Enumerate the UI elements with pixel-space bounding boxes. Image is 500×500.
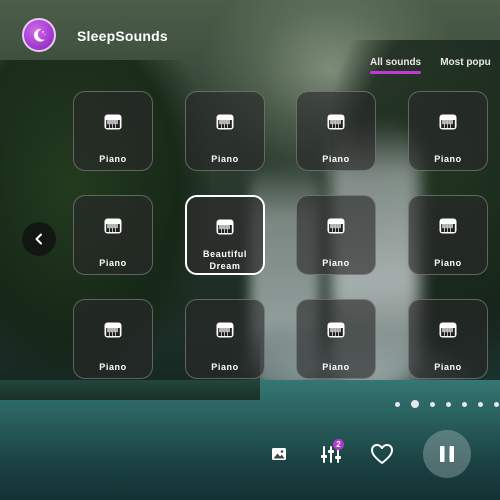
- page-dot[interactable]: [446, 401, 451, 407]
- sound-tile-label: Piano: [322, 154, 350, 164]
- favorite-button[interactable]: [370, 443, 394, 465]
- page-dot-active[interactable]: [411, 400, 419, 408]
- sound-tile-label: Piano: [99, 362, 127, 372]
- chevron-left-icon: [35, 233, 42, 245]
- sound-tile[interactable]: Piano: [73, 91, 153, 171]
- piano-icon-wrap: [216, 322, 234, 342]
- page-indicator: [395, 400, 500, 408]
- sound-tile[interactable]: Piano: [408, 91, 488, 171]
- heart-icon: [371, 444, 393, 464]
- piano-icon-wrap: [104, 218, 122, 238]
- category-tabs: All sounds Most popu: [370, 50, 500, 74]
- piano-icon: [439, 114, 457, 130]
- piano-icon: [439, 218, 457, 234]
- page-dot[interactable]: [395, 401, 400, 407]
- piano-icon: [216, 114, 234, 130]
- sound-tile-label: Beautiful Dream: [203, 249, 247, 271]
- piano-icon: [104, 218, 122, 234]
- sound-tile-label: Piano: [322, 258, 350, 268]
- image-icon: [272, 448, 286, 460]
- piano-icon-wrap: [104, 114, 122, 134]
- moon-icon: [33, 28, 46, 42]
- tab-most-popular[interactable]: Most popu: [440, 57, 491, 74]
- piano-icon: [104, 322, 122, 338]
- piano-icon-wrap: [439, 218, 457, 238]
- piano-icon: [327, 114, 345, 130]
- page-dot[interactable]: [478, 401, 483, 407]
- piano-icon-wrap: [104, 322, 122, 342]
- sound-tile-label: Piano: [434, 258, 462, 268]
- sound-tile[interactable]: Piano: [408, 195, 488, 275]
- sound-tile-label: Piano: [434, 362, 462, 372]
- sound-tile[interactable]: Piano: [185, 91, 265, 171]
- sound-tile[interactable]: Piano: [185, 299, 265, 379]
- piano-icon-wrap: [327, 114, 345, 134]
- mixer-count-badge: 2: [333, 439, 344, 450]
- sound-tile[interactable]: Piano: [73, 195, 153, 275]
- sound-tile-label: Piano: [211, 154, 239, 164]
- piano-icon: [216, 322, 234, 338]
- app-logo: [22, 18, 56, 52]
- sound-tile[interactable]: Piano: [408, 299, 488, 379]
- pause-button[interactable]: [423, 430, 471, 478]
- page-dot[interactable]: [430, 401, 435, 407]
- app-title: SleepSounds: [77, 28, 168, 44]
- piano-icon: [327, 218, 345, 234]
- page-dot[interactable]: [462, 401, 467, 407]
- sound-tile[interactable]: Piano: [296, 91, 376, 171]
- page-dot[interactable]: [494, 401, 499, 407]
- sound-tile-label: Piano: [211, 362, 239, 372]
- piano-icon: [216, 219, 234, 235]
- pause-icon: [440, 446, 454, 462]
- piano-icon-wrap: [439, 114, 457, 134]
- sound-tile-label: Piano: [99, 154, 127, 164]
- background-image-button[interactable]: [270, 445, 288, 463]
- sound-tile[interactable]: Piano: [73, 299, 153, 379]
- piano-icon-wrap: [327, 322, 345, 342]
- sound-tile[interactable]: Piano: [296, 299, 376, 379]
- piano-icon-wrap: [216, 114, 234, 134]
- piano-icon-wrap: [216, 219, 234, 239]
- piano-icon: [439, 322, 457, 338]
- sound-tile-label: Piano: [322, 362, 350, 372]
- sound-tile-label: Piano: [99, 258, 127, 268]
- piano-icon: [104, 114, 122, 130]
- piano-icon-wrap: [327, 218, 345, 238]
- sound-tile-label: Piano: [434, 154, 462, 164]
- tab-all-sounds[interactable]: All sounds: [370, 57, 422, 74]
- previous-page-button[interactable]: [22, 222, 56, 256]
- piano-icon: [327, 322, 345, 338]
- sound-tile[interactable]: Piano: [296, 195, 376, 275]
- piano-icon-wrap: [439, 322, 457, 342]
- sound-tile-selected[interactable]: Beautiful Dream: [185, 195, 265, 275]
